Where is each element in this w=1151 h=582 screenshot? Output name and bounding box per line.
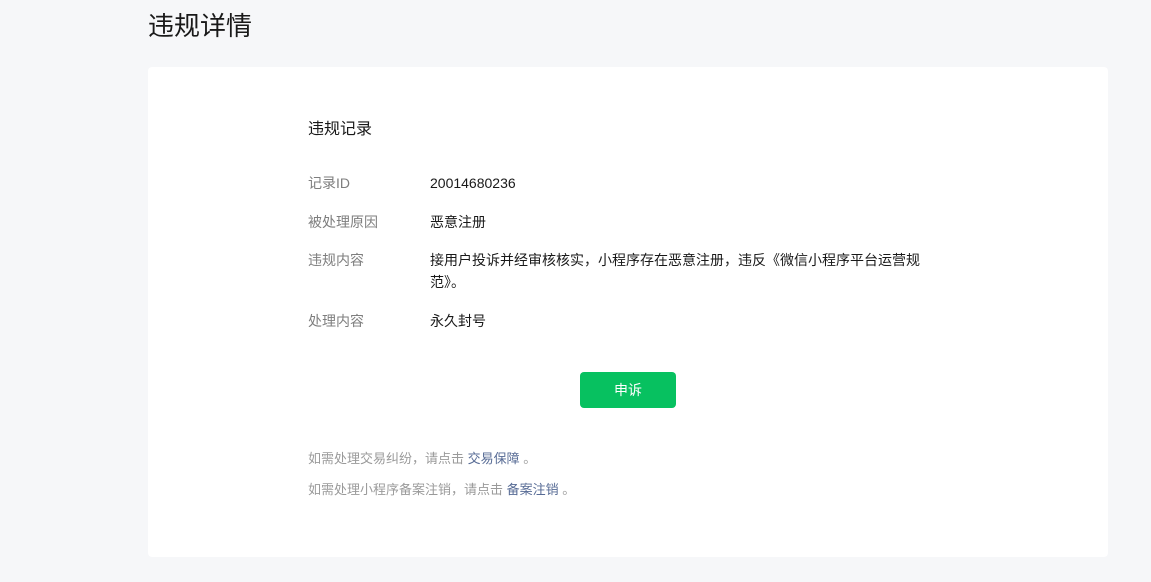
reason-label: 被处理原因 — [308, 214, 378, 230]
reason-value: 恶意注册 — [430, 214, 486, 230]
filing-cancel-link[interactable]: 备案注销 — [507, 482, 559, 497]
trade-dispute-note-suffix: 。 — [519, 451, 537, 466]
handling-value: 永久封号 — [430, 313, 486, 329]
trade-dispute-note: 如需处理交易纠纷，请点击 交易保障 。 — [308, 449, 536, 469]
violation-detail-card: 违规记录 记录ID 20014680236 被处理原因 恶意注册 违规内容 接用… — [148, 67, 1108, 557]
trade-protection-link[interactable]: 交易保障 — [468, 451, 520, 466]
section-title: 违规记录 — [308, 121, 373, 138]
page-title: 违规详情 — [148, 11, 253, 41]
handling-label: 处理内容 — [308, 313, 364, 329]
record-id-value: 20014680236 — [430, 175, 516, 191]
trade-dispute-note-text: 如需处理交易纠纷，请点击 — [308, 451, 468, 466]
record-id-label: 记录ID — [308, 175, 350, 191]
violation-content-value: 接用户投诉并经审核核实，小程序存在恶意注册，违反《微信小程序平台运营规范》。 — [430, 252, 920, 290]
violation-content-label: 违规内容 — [308, 252, 364, 268]
appeal-button[interactable]: 申诉 — [580, 372, 676, 408]
filing-cancel-note-text: 如需处理小程序备案注销，请点击 — [308, 482, 507, 497]
filing-cancel-note-suffix: 。 — [558, 482, 576, 497]
filing-cancel-note: 如需处理小程序备案注销，请点击 备案注销 。 — [308, 480, 575, 500]
